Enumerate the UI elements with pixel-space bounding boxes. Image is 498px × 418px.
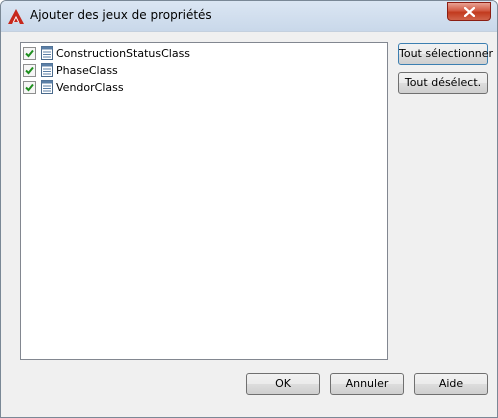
- checkmark-icon: [25, 66, 34, 74]
- item-checkbox[interactable]: [23, 46, 36, 60]
- select-all-button[interactable]: Tout sélectionner: [398, 43, 493, 65]
- property-set-icon: [41, 46, 53, 60]
- checkmark-icon: [25, 49, 34, 57]
- item-label: ConstructionStatusClass: [56, 46, 191, 60]
- close-button[interactable]: [447, 2, 491, 21]
- ok-button[interactable]: OK: [246, 373, 320, 395]
- title-bar[interactable]: Ajouter des jeux de propriétés: [1, 1, 497, 32]
- cancel-button[interactable]: Annuler: [330, 373, 404, 395]
- property-set-icon: [41, 80, 53, 94]
- property-set-icon: [41, 63, 53, 77]
- autocad-logo-icon: [8, 9, 24, 24]
- dialog-window: Ajouter des jeux de propriétés Construct…: [0, 0, 498, 418]
- close-icon: [464, 7, 475, 17]
- item-checkbox[interactable]: [23, 80, 36, 94]
- list-item[interactable]: VendorClass: [23, 79, 124, 95]
- item-checkbox[interactable]: [23, 63, 36, 77]
- item-label: PhaseClass: [56, 63, 118, 77]
- deselect-all-button[interactable]: Tout désélect.: [398, 72, 488, 94]
- help-button[interactable]: Aide: [414, 373, 488, 395]
- list-item[interactable]: ConstructionStatusClass: [23, 45, 190, 61]
- dialog-client-area: ConstructionStatusClass PhaseClass Vendo…: [9, 32, 493, 409]
- dialog-title: Ajouter des jeux de propriétés: [30, 8, 212, 22]
- checkmark-icon: [25, 83, 34, 91]
- list-item[interactable]: PhaseClass: [23, 62, 118, 78]
- item-label: VendorClass: [56, 80, 124, 94]
- property-set-list[interactable]: ConstructionStatusClass PhaseClass Vendo…: [20, 42, 388, 360]
